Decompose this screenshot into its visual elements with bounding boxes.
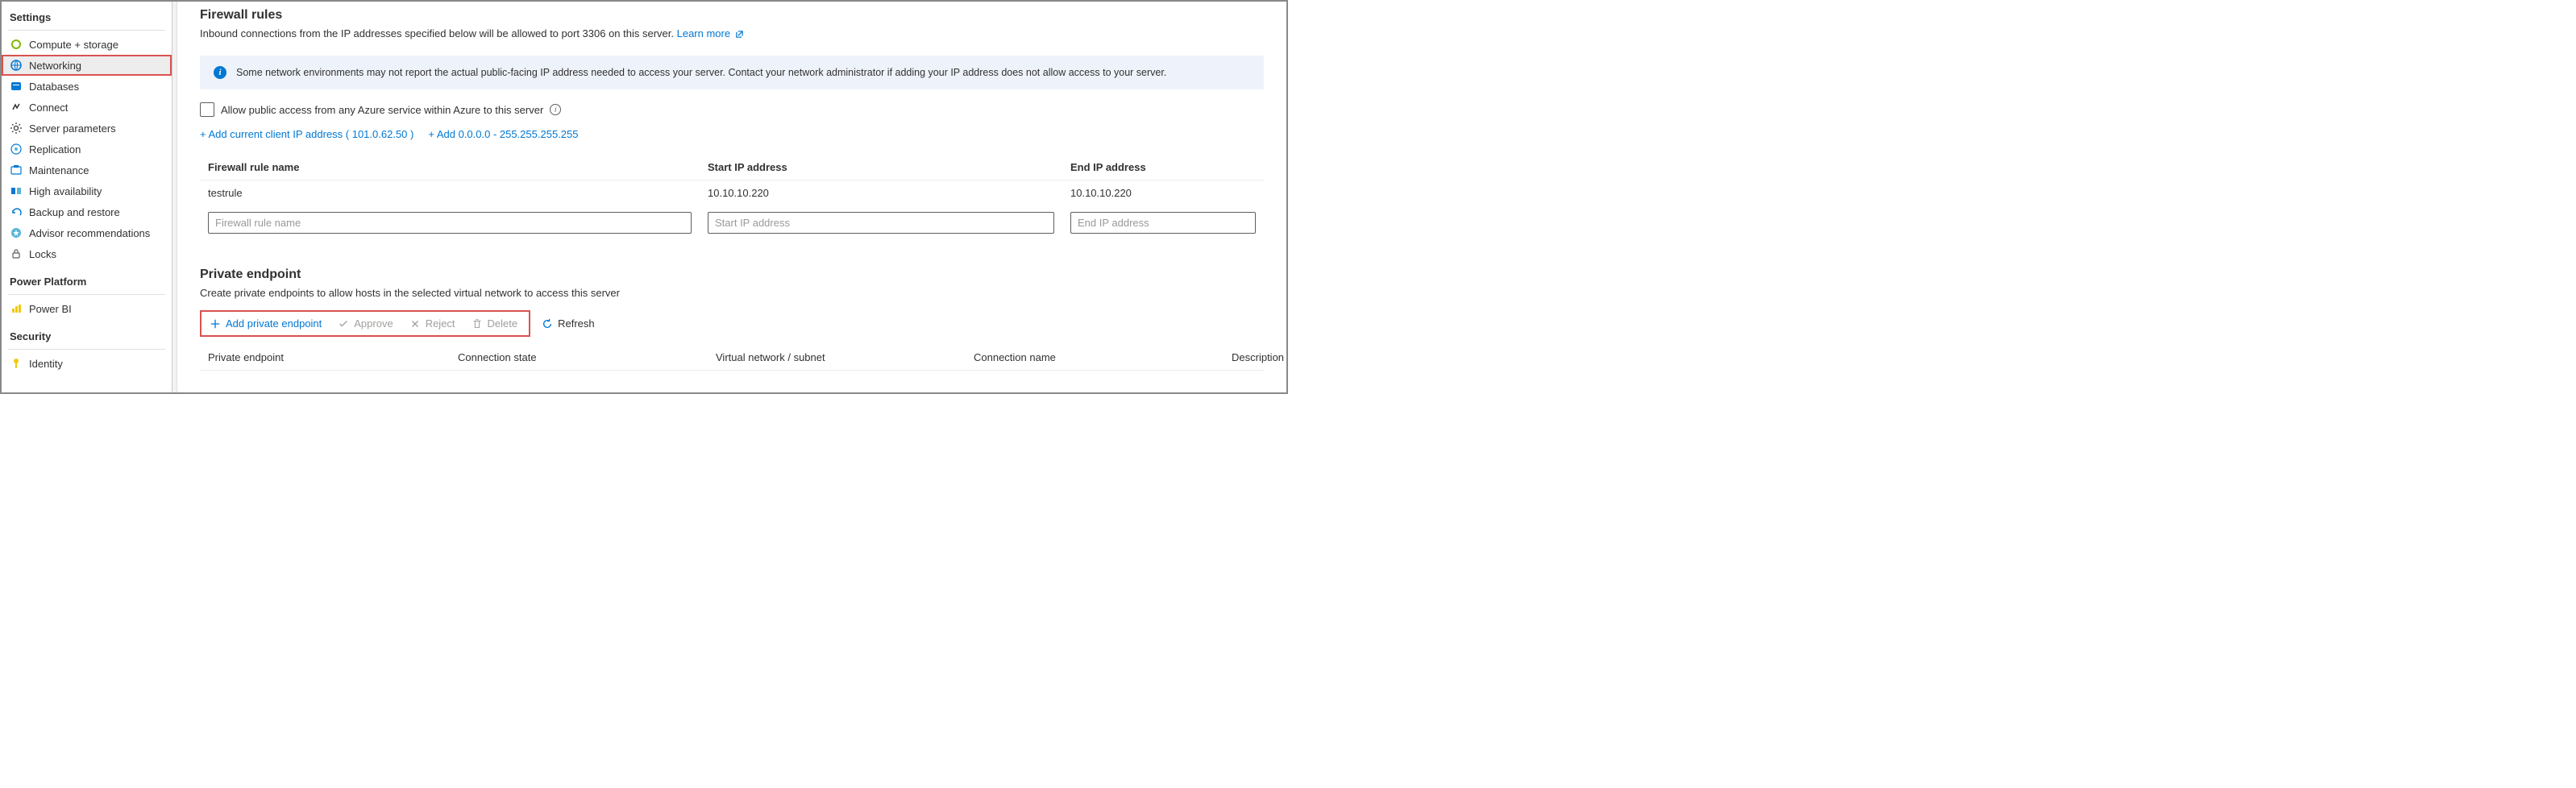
sidebar-item-label: Maintenance [29, 164, 89, 176]
sidebar-item-label: High availability [29, 185, 102, 197]
replication-icon [10, 143, 23, 156]
col-description: Description [1232, 351, 1284, 363]
sidebar-item-replication[interactable]: Replication [2, 139, 172, 160]
identity-icon [10, 357, 23, 370]
x-icon [409, 318, 421, 330]
section-header-settings: Settings [2, 6, 172, 27]
reject-button: Reject [401, 313, 463, 334]
add-range-link[interactable]: + Add 0.0.0.0 - 255.255.255.255 [428, 128, 578, 140]
divider [8, 294, 165, 295]
allow-azure-checkbox[interactable] [200, 102, 214, 117]
sidebar-item-label: Compute + storage [29, 39, 118, 51]
check-icon [338, 318, 349, 330]
delete-button: Delete [463, 313, 526, 334]
firewall-table-header: Firewall rule name Start IP address End … [200, 155, 1264, 180]
approve-button: Approve [330, 313, 401, 334]
ha-icon [10, 185, 23, 197]
sidebar-item-connect[interactable]: Connect [2, 97, 172, 118]
info-icon: i [214, 66, 226, 79]
sidebar-item-label: Networking [29, 60, 81, 72]
sidebar-item-label: Identity [29, 358, 63, 370]
sidebar-item-label: Server parameters [29, 122, 116, 135]
col-connection-name: Connection name [974, 351, 1224, 363]
sidebar-item-label: Advisor recommendations [29, 227, 150, 239]
backup-icon [10, 205, 23, 218]
sidebar-item-label: Replication [29, 143, 81, 156]
help-icon[interactable]: i [550, 104, 561, 115]
private-endpoint-desc: Create private endpoints to allow hosts … [200, 287, 1264, 299]
sidebar-item-powerbi[interactable]: Power BI [2, 298, 172, 319]
connect-icon [10, 101, 23, 114]
col-vnet: Virtual network / subnet [716, 351, 966, 363]
col-start-ip: Start IP address [708, 161, 1054, 173]
firewall-rule-row: testrule 10.10.10.220 10.10.10.220 [200, 180, 1264, 205]
col-end-ip: End IP address [1070, 161, 1256, 173]
private-endpoint-table-header: Private endpoint Connection state Virtua… [200, 345, 1264, 371]
sidebar-item-networking[interactable]: Networking [2, 55, 172, 76]
maintenance-icon [10, 164, 23, 176]
rule-end-value: 10.10.10.220 [1070, 187, 1256, 199]
private-endpoint-toolbar: Add private endpoint Approve Reject Dele… [200, 310, 1264, 337]
gear-icon [10, 122, 23, 135]
firewall-rules-title: Firewall rules [200, 8, 1264, 23]
rule-start-value: 10.10.10.220 [708, 187, 1054, 199]
refresh-button[interactable]: Refresh [534, 313, 603, 334]
allow-azure-label: Allow public access from any Azure servi… [221, 104, 543, 116]
section-header-power-platform: Power Platform [2, 271, 172, 291]
col-private-endpoint: Private endpoint [208, 351, 450, 363]
refresh-icon [542, 318, 553, 330]
divider [8, 30, 165, 31]
trash-icon [472, 318, 483, 330]
sidebar-item-databases[interactable]: Databases [2, 76, 172, 97]
networking-icon [10, 59, 23, 72]
plus-icon [210, 318, 221, 330]
sidebar-item-identity[interactable]: Identity [2, 353, 172, 374]
add-private-endpoint-button[interactable]: Add private endpoint [202, 313, 330, 334]
divider [8, 349, 165, 350]
sidebar-item-compute-storage[interactable]: Compute + storage [2, 34, 172, 55]
info-text: Some network environments may not report… [236, 67, 1166, 78]
col-connection-state: Connection state [458, 351, 708, 363]
info-banner: i Some network environments may not repo… [200, 56, 1264, 89]
highlighted-toolbar-group: Add private endpoint Approve Reject Dele… [200, 310, 530, 337]
rule-name-value: testrule [208, 187, 692, 199]
sidebar-item-backup-restore[interactable]: Backup and restore [2, 201, 172, 222]
allow-azure-row: Allow public access from any Azure servi… [200, 102, 1264, 117]
firewall-input-row [200, 205, 1264, 240]
database-icon [10, 80, 23, 93]
sidebar-item-label: Locks [29, 248, 56, 260]
learn-more-link[interactable]: Learn more [677, 27, 744, 39]
sidebar-item-server-parameters[interactable]: Server parameters [2, 118, 172, 139]
advisor-icon [10, 226, 23, 239]
rule-name-input[interactable] [208, 212, 692, 234]
powerbi-icon [10, 302, 23, 315]
sidebar-item-label: Databases [29, 81, 79, 93]
private-endpoint-section: Private endpoint Create private endpoint… [200, 268, 1264, 371]
add-current-ip-link[interactable]: + Add current client IP address ( 101.0.… [200, 128, 413, 140]
sidebar-item-label: Backup and restore [29, 206, 120, 218]
sidebar-item-advisor[interactable]: Advisor recommendations [2, 222, 172, 243]
external-link-icon [735, 30, 744, 39]
sidebar-item-locks[interactable]: Locks [2, 243, 172, 264]
compute-icon [10, 38, 23, 51]
firewall-rules-desc: Inbound connections from the IP addresse… [200, 27, 1264, 39]
firewall-table: Firewall rule name Start IP address End … [200, 155, 1264, 240]
firewall-desc-text: Inbound connections from the IP addresse… [200, 27, 677, 39]
lock-icon [10, 247, 23, 260]
rule-end-input[interactable] [1070, 212, 1256, 234]
col-rule-name: Firewall rule name [208, 161, 692, 173]
sidebar-item-maintenance[interactable]: Maintenance [2, 160, 172, 180]
settings-sidebar: Settings Compute + storage Networking Da… [2, 2, 172, 392]
add-ip-links: + Add current client IP address ( 101.0.… [200, 128, 1264, 140]
private-endpoint-title: Private endpoint [200, 268, 1264, 282]
section-header-security: Security [2, 326, 172, 346]
sidebar-item-high-availability[interactable]: High availability [2, 180, 172, 201]
sidebar-item-label: Connect [29, 102, 68, 114]
rule-start-input[interactable] [708, 212, 1054, 234]
sidebar-item-label: Power BI [29, 303, 72, 315]
main-content: Firewall rules Inbound connections from … [177, 2, 1286, 392]
